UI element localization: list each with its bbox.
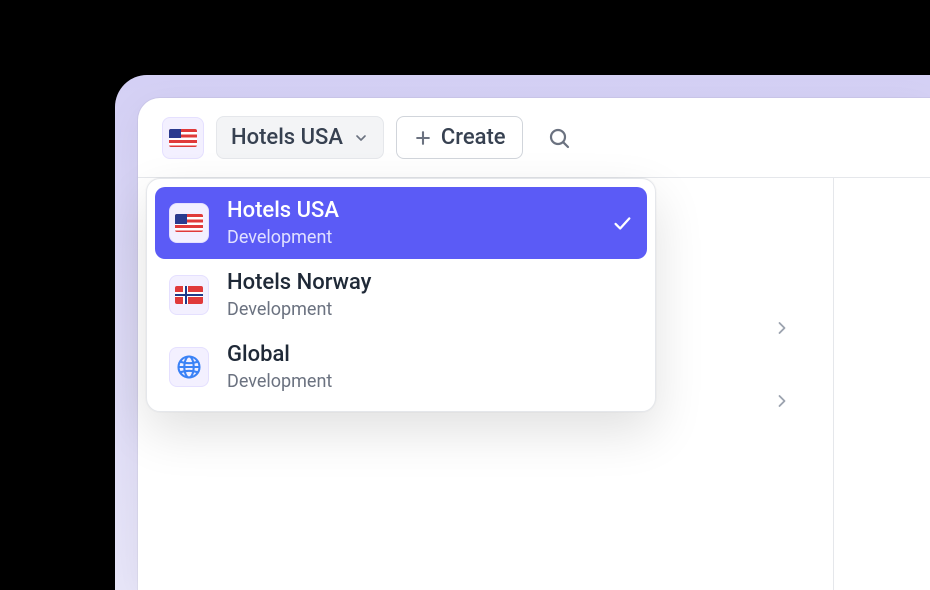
dropdown-item-hotels-norway[interactable]: Hotels Norway Development [155,259,647,331]
flag-us-icon [175,214,203,232]
current-project-flag [162,117,204,159]
dropdown-item-subtitle: Development [227,370,633,393]
toolbar: Hotels USA Create [138,98,930,178]
project-dropdown-panel: Hotels USA Development Hotels Norway Dev… [146,178,656,412]
dropdown-item-global[interactable]: Global Development [155,331,647,403]
flag-us-icon [169,129,197,147]
create-button[interactable]: Create [396,116,523,159]
project-selector-button[interactable]: Hotels USA [216,116,384,159]
chevron-right-icon[interactable] [772,318,792,338]
create-button-label: Create [441,125,506,150]
globe-icon [175,353,203,381]
app-window: Hotels USA Create [138,98,930,590]
plus-icon [413,128,433,148]
chevron-down-icon [353,130,369,146]
dropdown-item-text: Global Development [227,341,633,393]
flag-badge [169,203,209,243]
dropdown-item-title: Global [227,341,633,370]
dropdown-item-hotels-usa[interactable]: Hotels USA Development [155,187,647,259]
search-icon[interactable] [547,126,571,150]
flag-badge [169,275,209,315]
dropdown-item-text: Hotels Norway Development [227,269,633,321]
dropdown-item-subtitle: Development [227,226,593,249]
sidebar-divider [833,178,834,590]
dropdown-item-title: Hotels USA [227,197,593,226]
check-icon [611,212,633,234]
dropdown-item-text: Hotels USA Development [227,197,593,249]
flag-no-icon [175,286,203,304]
flag-badge [169,347,209,387]
dropdown-item-title: Hotels Norway [227,269,633,298]
dropdown-item-subtitle: Development [227,298,633,321]
chevron-right-icon[interactable] [772,391,792,411]
project-selector-label: Hotels USA [231,125,343,150]
